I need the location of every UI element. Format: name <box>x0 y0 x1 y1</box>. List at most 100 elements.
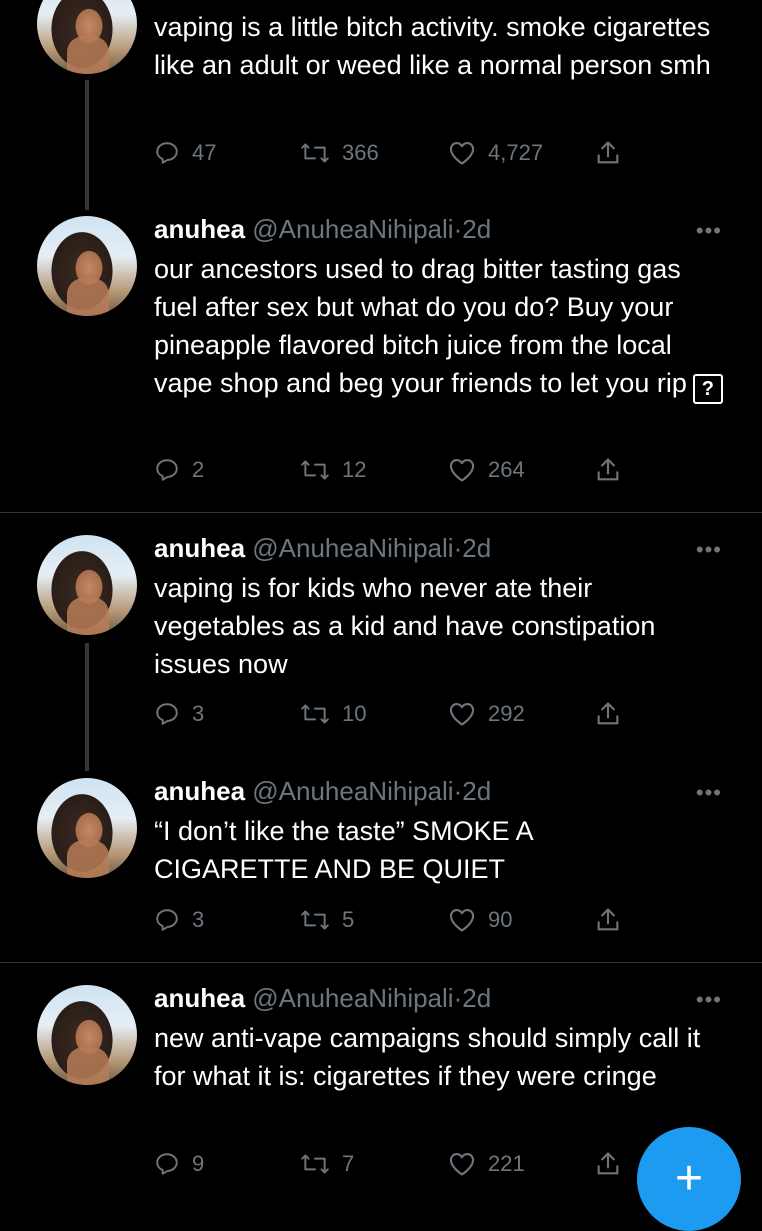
share-button[interactable] <box>594 136 622 170</box>
more-icon[interactable]: ••• <box>696 987 722 1013</box>
timestamp[interactable]: 2d <box>462 533 491 563</box>
emoji-fallback-icon: ? <box>692 374 723 404</box>
retweet-icon <box>301 1154 329 1174</box>
display-name[interactable]: anuhea <box>154 983 245 1013</box>
retweet-count: 10 <box>342 701 367 726</box>
tweet-text-body: our ancestors used to drag bitter tastin… <box>154 254 687 398</box>
tweet-header: anuhea @AnuheaNihipali·2d <box>154 983 491 1013</box>
share-icon <box>597 702 619 725</box>
reply-count: 2 <box>192 457 205 482</box>
avatar[interactable] <box>37 0 137 74</box>
separator: · <box>453 533 463 563</box>
separator: · <box>453 776 463 806</box>
reply-button[interactable]: 2 <box>154 453 204 487</box>
reply-icon <box>156 142 178 164</box>
timestamp[interactable]: 2d <box>462 776 491 806</box>
reply-icon <box>156 909 178 931</box>
retweet-button[interactable]: 7 <box>300 1147 354 1181</box>
tweet-text: new anti-vape campaigns should simply ca… <box>154 1023 701 1091</box>
retweet-icon <box>301 910 329 930</box>
share-icon <box>597 141 619 164</box>
display-name[interactable]: anuhea <box>154 214 245 244</box>
reply-count: 3 <box>192 907 205 932</box>
share-button[interactable] <box>594 1147 622 1181</box>
reply-button[interactable]: 3 <box>154 903 204 937</box>
tweet[interactable]: anuhea @AnuheaNihipali·2d ••• “I don’t l… <box>0 758 762 962</box>
like-button[interactable]: 221 <box>448 1147 525 1181</box>
separator: · <box>453 983 463 1013</box>
timestamp[interactable]: 2d <box>462 214 491 244</box>
handle[interactable]: @AnuheaNihipali <box>252 533 453 563</box>
like-count: 90 <box>488 907 513 932</box>
tweet-header: anuhea @AnuheaNihipali·2d <box>154 214 491 244</box>
tweet-text: vaping is for kids who never ate their v… <box>154 573 656 679</box>
tweet-actions: 3 10 292 <box>154 697 634 731</box>
like-icon <box>449 142 475 165</box>
avatar[interactable] <box>37 985 137 1085</box>
like-button[interactable]: 264 <box>448 453 525 487</box>
more-icon[interactable]: ••• <box>696 780 722 806</box>
retweet-icon <box>301 460 329 480</box>
reply-button[interactable]: 9 <box>154 1147 204 1181</box>
tweet-text: vaping is a little bitch activity. smoke… <box>154 12 711 80</box>
like-button[interactable]: 4,727 <box>448 136 543 170</box>
tweet-actions: 3 5 90 <box>154 903 634 937</box>
tweet-header: anuhea @AnuheaNihipali·2d <box>154 776 491 806</box>
handle[interactable]: @AnuheaNihipali <box>252 776 453 806</box>
share-icon <box>597 1152 619 1175</box>
avatar[interactable] <box>37 535 137 635</box>
tweet[interactable]: vaping is a little bitch activity. smoke… <box>0 0 762 200</box>
share-button[interactable] <box>594 453 622 487</box>
retweet-button[interactable]: 366 <box>300 136 379 170</box>
compose-button[interactable]: + <box>637 1127 741 1231</box>
like-count: 4,727 <box>488 140 544 165</box>
handle[interactable]: @AnuheaNihipali <box>252 214 453 244</box>
retweet-button[interactable]: 12 <box>300 453 366 487</box>
retweet-button[interactable]: 5 <box>300 903 354 937</box>
like-count: 221 <box>488 1151 525 1176</box>
like-icon <box>449 703 475 726</box>
retweet-count: 366 <box>342 140 379 165</box>
like-button[interactable]: 90 <box>448 903 512 937</box>
reply-button[interactable]: 3 <box>154 697 204 731</box>
timestamp[interactable]: 2d <box>462 983 491 1013</box>
retweet-count: 5 <box>342 907 355 932</box>
retweet-icon <box>301 704 329 724</box>
tweet-text: our ancestors used to drag bitter tastin… <box>154 250 729 404</box>
retweet-button[interactable]: 10 <box>300 697 366 731</box>
tweet[interactable]: anuhea @AnuheaNihipali·2d ••• vaping is … <box>0 513 762 758</box>
reply-icon <box>156 703 178 725</box>
reply-count: 3 <box>192 701 205 726</box>
reply-count: 9 <box>192 1151 205 1176</box>
display-name[interactable]: anuhea <box>154 533 245 563</box>
retweet-icon <box>301 143 329 163</box>
like-icon <box>449 909 475 932</box>
tweet-text: “I don’t like the taste” SMOKE A CIGARET… <box>154 816 533 884</box>
tweet-actions: 47 366 4,727 <box>154 136 634 170</box>
handle[interactable]: @AnuheaNihipali <box>252 983 453 1013</box>
like-icon <box>449 459 475 482</box>
like-button[interactable]: 292 <box>448 697 525 731</box>
share-icon <box>597 458 619 481</box>
like-icon <box>449 1153 475 1176</box>
more-icon[interactable]: ••• <box>696 537 722 563</box>
more-icon[interactable]: ••• <box>696 218 722 244</box>
reply-icon <box>156 1153 178 1175</box>
avatar[interactable] <box>37 216 137 316</box>
tweet-header: anuhea @AnuheaNihipali·2d <box>154 533 491 563</box>
reply-icon <box>156 459 178 481</box>
like-count: 264 <box>488 457 525 482</box>
reply-button[interactable]: 47 <box>154 136 216 170</box>
retweet-count: 12 <box>342 457 367 482</box>
tweet[interactable]: anuhea @AnuheaNihipali·2d ••• our ancest… <box>0 200 762 512</box>
share-icon <box>597 908 619 931</box>
tweet-actions: 2 12 264 <box>154 453 634 487</box>
reply-count: 47 <box>192 140 217 165</box>
like-count: 292 <box>488 701 525 726</box>
tweet-actions: 9 7 221 <box>154 1147 634 1181</box>
share-button[interactable] <box>594 903 622 937</box>
share-button[interactable] <box>594 697 622 731</box>
retweet-count: 7 <box>342 1151 355 1176</box>
avatar[interactable] <box>37 778 137 878</box>
display-name[interactable]: anuhea <box>154 776 245 806</box>
